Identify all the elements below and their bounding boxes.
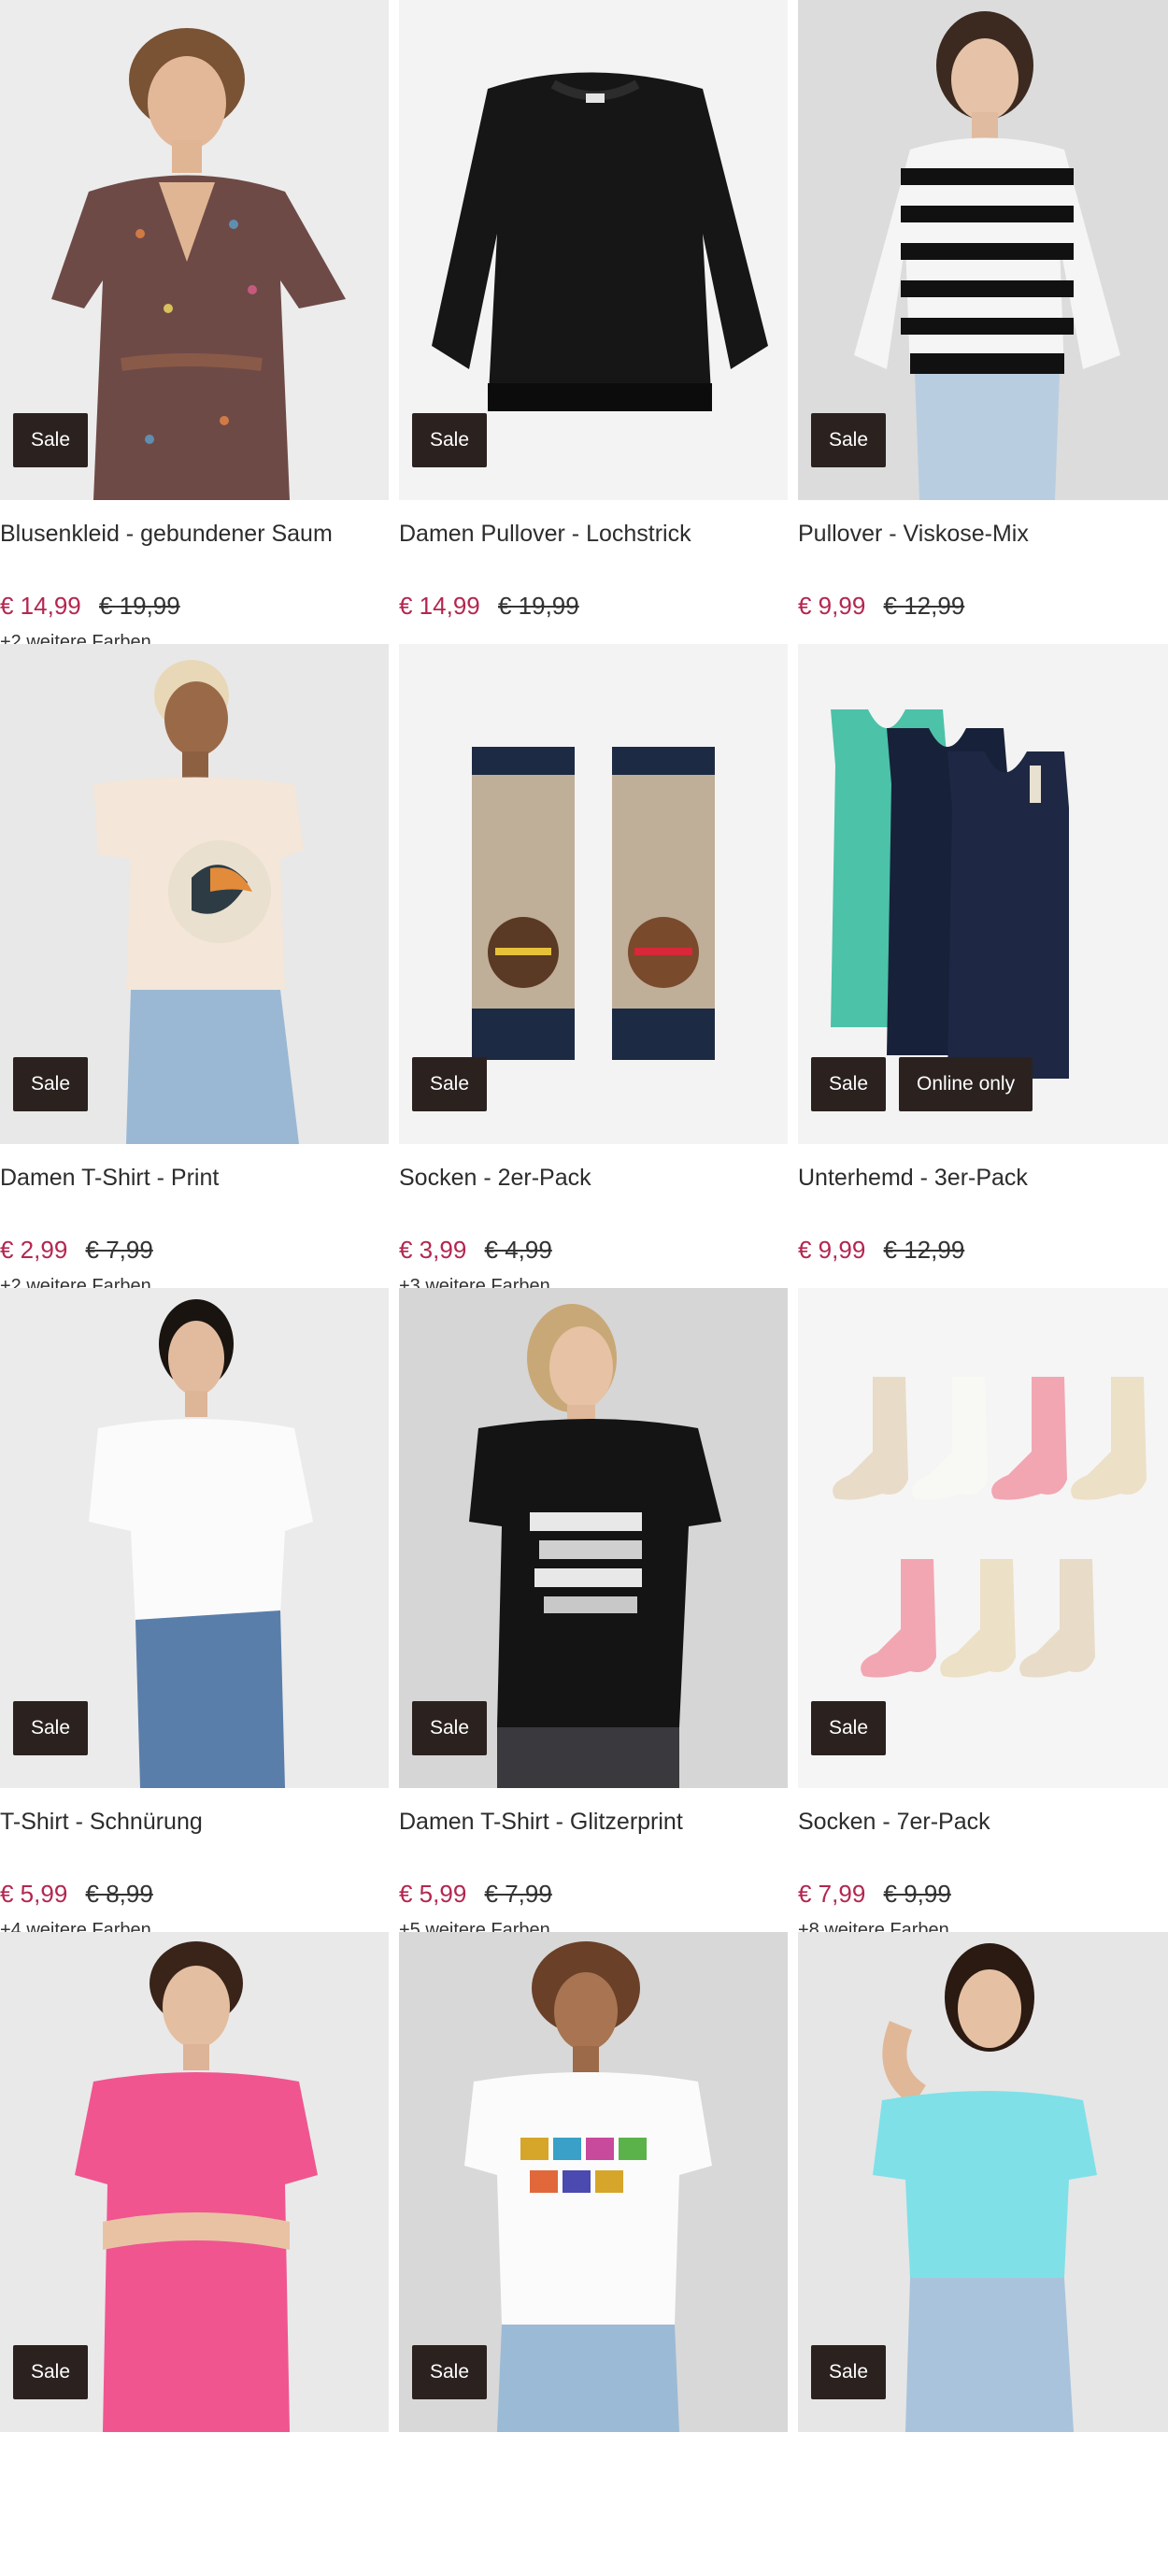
- product-title[interactable]: Unterhemd - 3er-Pack: [798, 1165, 1168, 1192]
- online-only-badge: Online only: [899, 1057, 1033, 1111]
- product-image-white-print-tshirt[interactable]: Sale: [399, 1932, 788, 2432]
- badge-group: Sale: [412, 413, 488, 467]
- product-prices: € 5,99 € 8,99: [0, 1880, 389, 1909]
- product-prices: € 5,99 € 7,99: [399, 1880, 788, 1909]
- original-price: € 7,99: [484, 1880, 552, 1908]
- product-card[interactable]: Sale: [798, 1932, 1168, 2576]
- sale-price: € 7,99: [798, 1880, 866, 1908]
- sale-price: € 2,99: [0, 1236, 68, 1264]
- product-image-striped-sweater[interactable]: Sale: [798, 0, 1168, 500]
- product-image-turquoise-tshirt[interactable]: Sale: [798, 1932, 1168, 2432]
- sale-badge: Sale: [412, 1057, 488, 1111]
- product-title[interactable]: Damen T-Shirt - Print: [0, 1165, 389, 1192]
- original-price: € 4,99: [484, 1236, 552, 1264]
- product-prices: € 3,99 € 4,99: [399, 1236, 788, 1265]
- product-card[interactable]: Sale T-Shirt - Schnürung € 5,99 € 8,99 +…: [0, 1288, 389, 1940]
- sale-badge: Sale: [811, 413, 887, 467]
- sale-price: € 14,99: [0, 592, 81, 620]
- product-title[interactable]: Blusenkleid - gebundener Saum: [0, 521, 389, 548]
- badge-group: Sale: [412, 2345, 488, 2399]
- badge-group: Sale: [13, 2345, 89, 2399]
- badge-group: Sale: [13, 1057, 89, 1111]
- product-image-black-sweater[interactable]: Sale: [399, 0, 788, 500]
- product-title[interactable]: Socken - 7er-Pack: [798, 1809, 1168, 1836]
- product-image-black-glitter-tshirt[interactable]: Sale: [399, 1288, 788, 1788]
- product-prices: € 7,99 € 9,99: [798, 1880, 1168, 1909]
- sale-badge: Sale: [811, 2345, 887, 2399]
- product-card[interactable]: Sale Blusenkleid - gebundener Saum € 14,…: [0, 0, 389, 652]
- product-image-printed-tshirt[interactable]: Sale: [0, 644, 389, 1144]
- sale-badge: Sale: [412, 2345, 488, 2399]
- sale-badge: Sale: [811, 1057, 887, 1111]
- original-price: € 19,99: [497, 592, 579, 620]
- sale-badge: Sale: [13, 1701, 89, 1755]
- product-prices: € 9,99 € 12,99: [798, 1236, 1168, 1265]
- product-card[interactable]: Sale Online only Unterhemd - 3er-Pack € …: [798, 644, 1168, 1288]
- sale-price: € 14,99: [399, 592, 480, 620]
- original-price: € 12,99: [883, 1236, 965, 1264]
- product-title[interactable]: Damen Pullover - Lochstrick: [399, 521, 788, 548]
- sale-badge: Sale: [13, 1057, 89, 1111]
- product-title[interactable]: Pullover - Viskose-Mix: [798, 521, 1168, 548]
- product-prices: € 14,99 € 19,99: [0, 592, 389, 621]
- sale-badge: Sale: [412, 413, 488, 467]
- original-price: € 12,99: [883, 592, 965, 620]
- product-image-socks-7-pack[interactable]: Sale: [798, 1288, 1168, 1788]
- product-prices: € 14,99 € 19,99: [399, 592, 788, 621]
- original-price: € 9,99: [883, 1880, 951, 1908]
- product-title[interactable]: Socken - 2er-Pack: [399, 1165, 788, 1192]
- badge-group: Sale: [13, 1701, 89, 1755]
- product-card[interactable]: Sale Damen Pullover - Lochstrick € 14,99…: [399, 0, 788, 644]
- sale-price: € 5,99: [399, 1880, 467, 1908]
- sale-price: € 3,99: [399, 1236, 467, 1264]
- sale-price: € 9,99: [798, 592, 866, 620]
- original-price: € 7,99: [85, 1236, 153, 1264]
- product-title[interactable]: T-Shirt - Schnürung: [0, 1809, 389, 1836]
- product-card[interactable]: Sale: [399, 1932, 788, 2576]
- original-price: € 8,99: [85, 1880, 153, 1908]
- product-image-tank-tops[interactable]: Sale Online only: [798, 644, 1168, 1144]
- sale-badge: Sale: [811, 1701, 887, 1755]
- product-card[interactable]: Sale Socken - 2er-Pack € 3,99 € 4,99 +3 …: [399, 644, 788, 1296]
- badge-group: Sale: [811, 413, 887, 467]
- sale-price: € 9,99: [798, 1236, 866, 1264]
- product-card[interactable]: Sale Damen T-Shirt - Glitzerprint € 5,99…: [399, 1288, 788, 1940]
- product-card[interactable]: Sale Socken - 7er-Pack € 7,99 € 9,99 +8 …: [798, 1288, 1168, 1940]
- product-card[interactable]: Sale Damen T-Shirt - Print € 2,99 € 7,99…: [0, 644, 389, 1296]
- badge-group: Sale: [13, 413, 89, 467]
- product-image-pink-tshirt[interactable]: Sale: [0, 1932, 389, 2432]
- product-title[interactable]: Damen T-Shirt - Glitzerprint: [399, 1809, 788, 1836]
- product-image-animal-socks[interactable]: Sale: [399, 644, 788, 1144]
- product-card[interactable]: Sale: [0, 1932, 389, 2576]
- product-card[interactable]: Sale Pullover - Viskose-Mix € 9,99 € 12,…: [798, 0, 1168, 644]
- badge-group: Sale: [412, 1701, 488, 1755]
- product-prices: € 9,99 € 12,99: [798, 592, 1168, 621]
- sale-price: € 5,99: [0, 1880, 68, 1908]
- sale-badge: Sale: [412, 1701, 488, 1755]
- product-image-white-tshirt[interactable]: Sale: [0, 1288, 389, 1788]
- badge-group: Sale: [412, 1057, 488, 1111]
- product-grid: Sale Blusenkleid - gebundener Saum € 14,…: [0, 0, 1168, 2576]
- badge-group: Sale: [811, 2345, 887, 2399]
- sale-badge: Sale: [13, 2345, 89, 2399]
- product-image-floral-dress[interactable]: Sale: [0, 0, 389, 500]
- sale-badge: Sale: [13, 413, 89, 467]
- badge-group: Sale: [811, 1701, 887, 1755]
- product-prices: € 2,99 € 7,99: [0, 1236, 389, 1265]
- badge-group: Sale Online only: [811, 1057, 1033, 1111]
- original-price: € 19,99: [98, 592, 180, 620]
